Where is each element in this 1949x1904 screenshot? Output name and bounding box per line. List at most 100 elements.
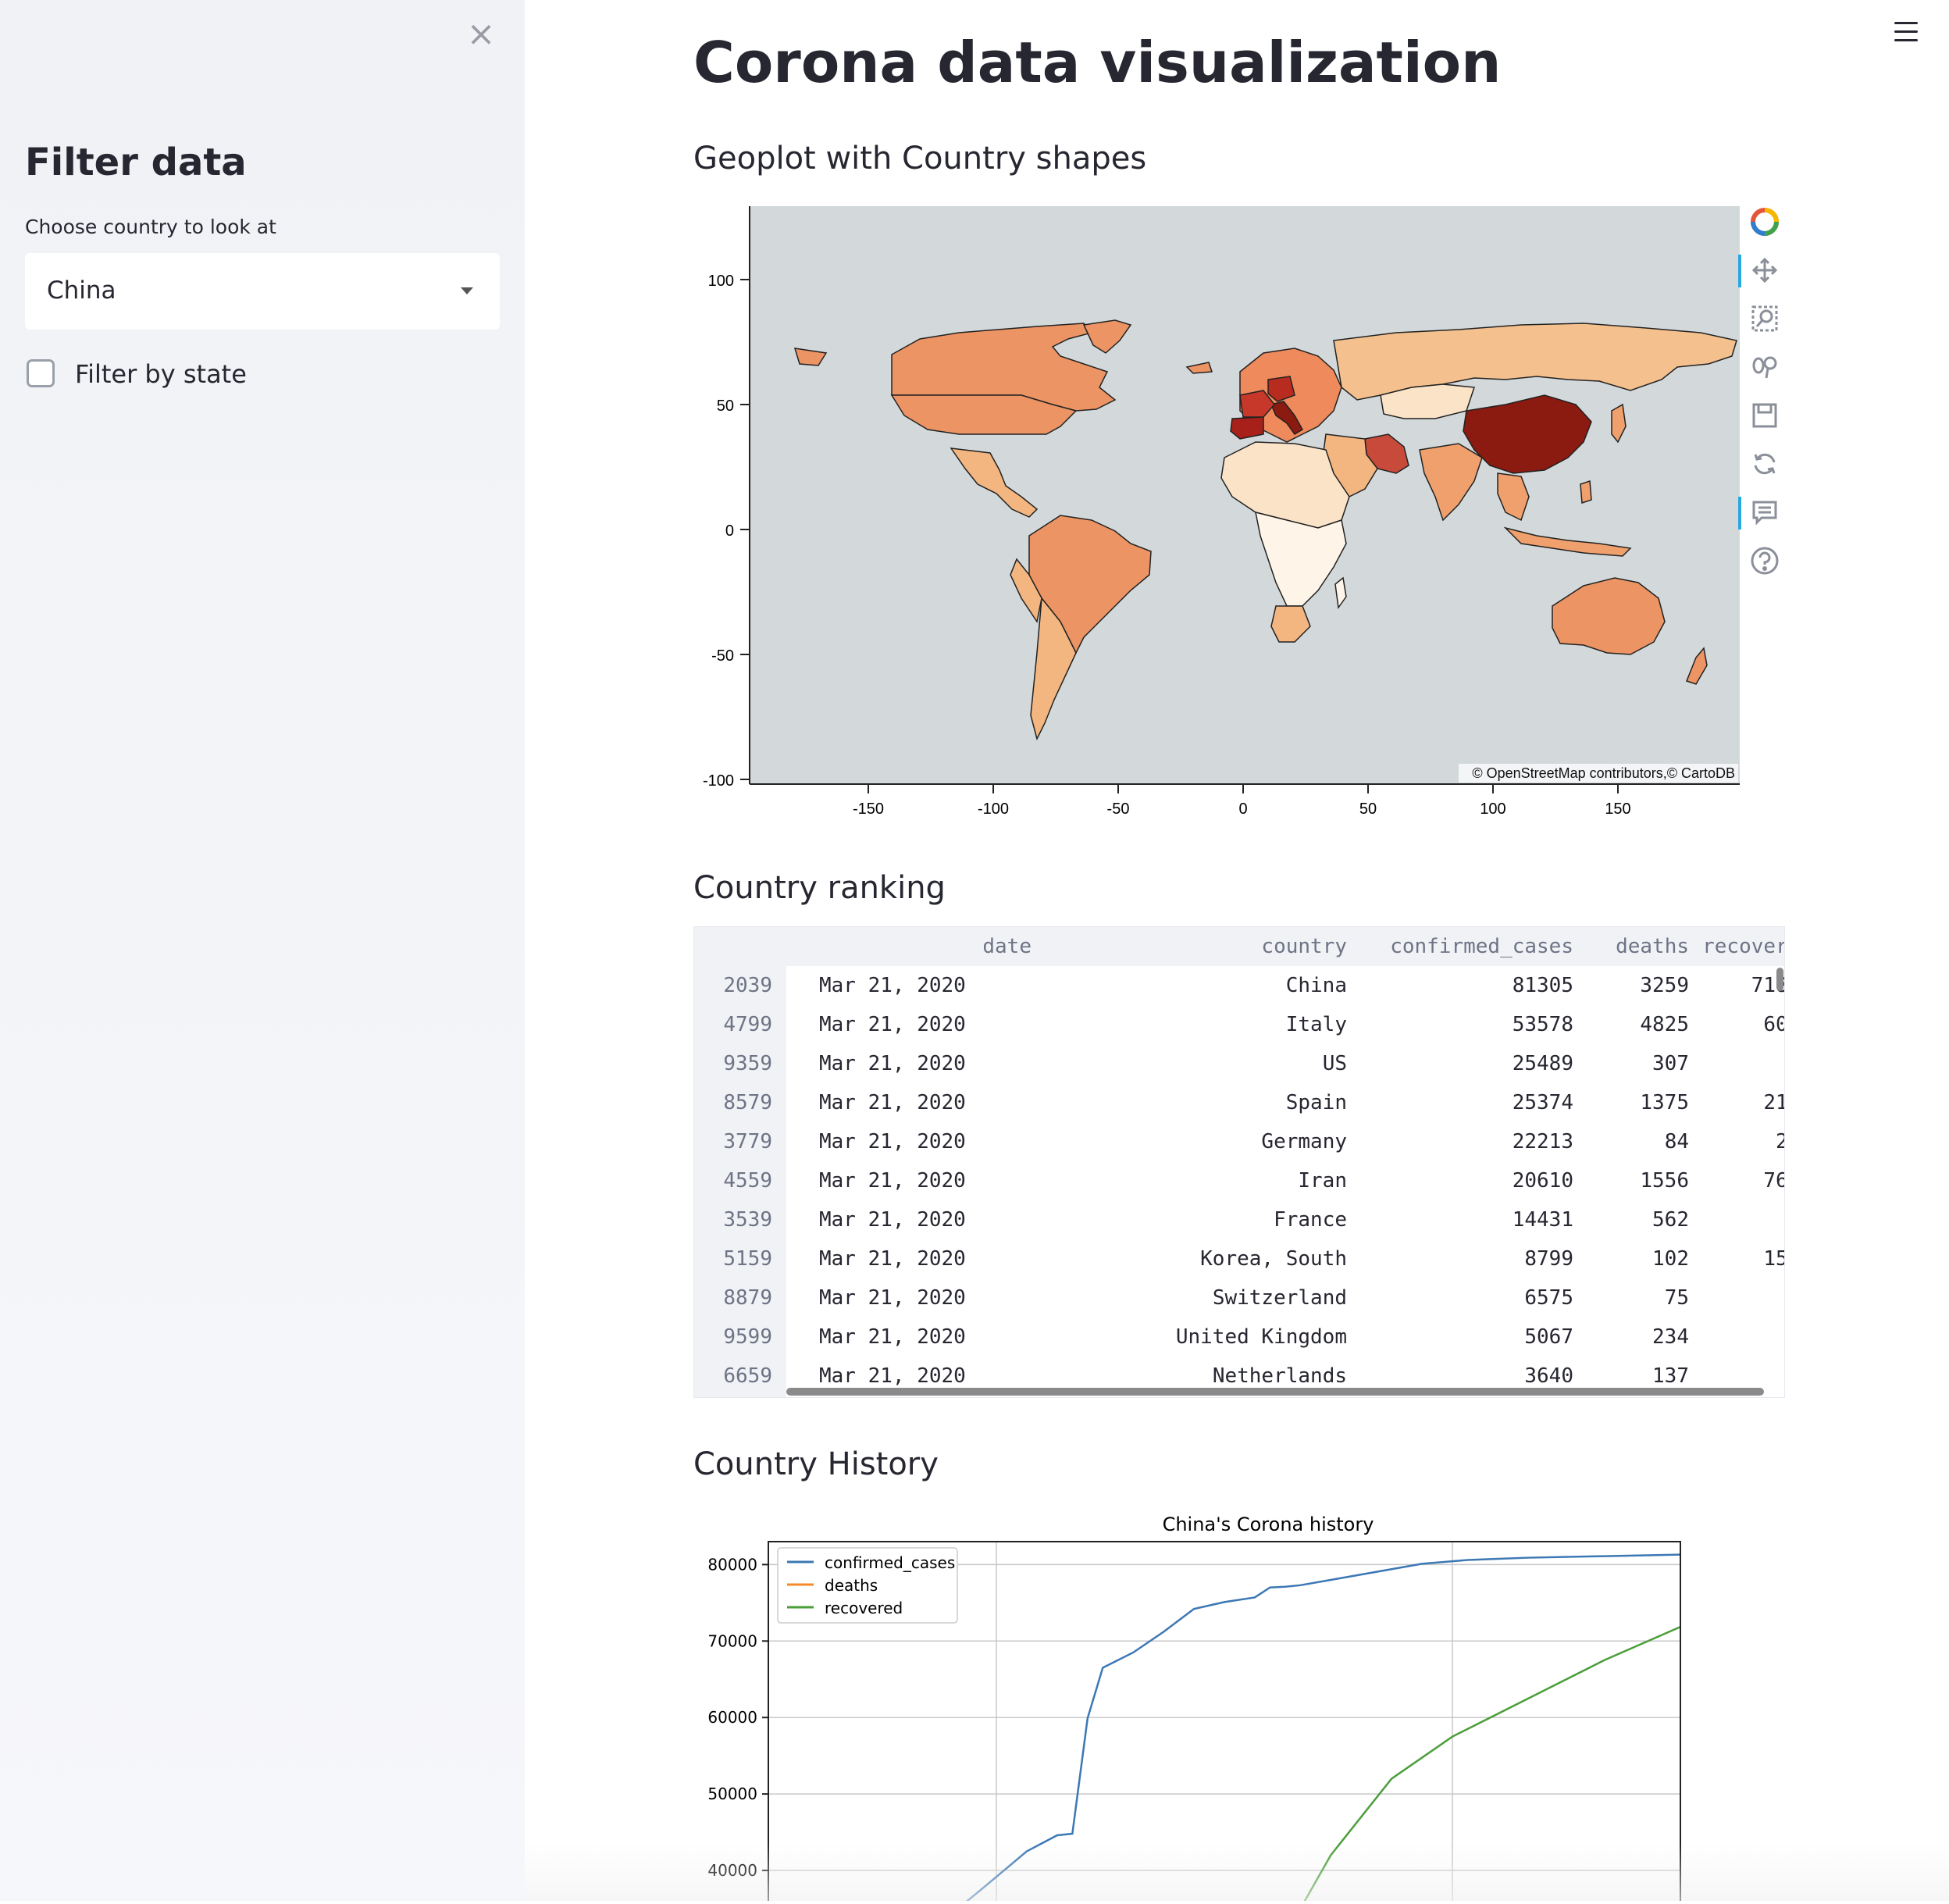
row-index[interactable]: 8879: [694, 1286, 772, 1310]
cell-country[interactable]: China: [1131, 974, 1347, 997]
cell-confirmed-cases[interactable]: 6575: [1347, 1286, 1573, 1310]
cell-deaths[interactable]: 84: [1573, 1130, 1689, 1153]
country-select[interactable]: China: [25, 253, 500, 330]
chart-legend: confirmed_cases deaths recovered: [777, 1547, 958, 1624]
vertical-scrollbar[interactable]: [1776, 968, 1783, 991]
cell-deaths[interactable]: 562: [1573, 1208, 1689, 1232]
col-header-confirmed-cases[interactable]: confirmed_cases: [1347, 935, 1573, 958]
map-y-axis: 100 50 0 -50 -100: [703, 206, 750, 790]
row-index[interactable]: 9359: [694, 1052, 772, 1075]
cell-country[interactable]: US: [1131, 1052, 1347, 1075]
col-header-date[interactable]: date: [850, 935, 1032, 958]
cell-confirmed-cases[interactable]: 8799: [1347, 1247, 1573, 1271]
cell-country[interactable]: France: [1131, 1208, 1347, 1232]
cell-deaths[interactable]: 234: [1573, 1325, 1689, 1349]
map-x-tick: 0: [1238, 800, 1247, 818]
row-index[interactable]: 4559: [694, 1169, 772, 1193]
help-icon[interactable]: [1743, 539, 1787, 583]
cell-country[interactable]: United Kingdom: [1131, 1325, 1347, 1349]
cell-recovered[interactable]: 1540: [1689, 1247, 1784, 1271]
cell-confirmed-cases[interactable]: 22213: [1347, 1130, 1573, 1153]
cell-deaths[interactable]: 102: [1573, 1247, 1689, 1271]
cell-confirmed-cases[interactable]: 25489: [1347, 1052, 1573, 1075]
cell-deaths[interactable]: 307: [1573, 1052, 1689, 1075]
cell-recovered[interactable]: 2125: [1689, 1091, 1784, 1114]
row-index[interactable]: 2039: [694, 974, 772, 997]
cell-date[interactable]: Mar 21, 2020: [786, 1169, 1064, 1193]
cell-country[interactable]: Italy: [1131, 1013, 1347, 1036]
filter-by-state-checkbox[interactable]: [27, 359, 55, 387]
legend-label-deaths: deaths: [825, 1576, 878, 1595]
row-index[interactable]: 8579: [694, 1091, 772, 1114]
geoplot-map[interactable]: 100 50 0 -50 -100 -150 -100 -50 0 50 100…: [693, 200, 1787, 829]
row-index[interactable]: 6659: [694, 1364, 772, 1388]
cell-date[interactable]: Mar 21, 2020: [786, 1091, 1064, 1114]
cell-confirmed-cases[interactable]: 5067: [1347, 1325, 1573, 1349]
cell-date[interactable]: Mar 21, 2020: [786, 1208, 1064, 1232]
close-sidebar-icon[interactable]: ×: [465, 17, 497, 52]
map-toolbar: [1738, 200, 1787, 590]
cell-confirmed-cases[interactable]: 14431: [1347, 1208, 1573, 1232]
cell-date[interactable]: Mar 21, 2020: [786, 1052, 1064, 1075]
cell-recovered[interactable]: 0: [1689, 1052, 1784, 1075]
row-index[interactable]: 9599: [694, 1325, 772, 1349]
map-attribution[interactable]: © OpenStreetMap contributors,© CartoDB: [1472, 765, 1735, 781]
cell-recovered[interactable]: 233: [1689, 1130, 1784, 1153]
cell-deaths[interactable]: 1556: [1573, 1169, 1689, 1193]
cell-country[interactable]: Germany: [1131, 1130, 1347, 1153]
cell-date[interactable]: Mar 21, 2020: [786, 1130, 1064, 1153]
reset-icon[interactable]: [1743, 442, 1787, 486]
cell-date[interactable]: Mar 21, 2020: [786, 1325, 1064, 1349]
cell-country[interactable]: Switzerland: [1131, 1286, 1347, 1310]
hover-icon[interactable]: [1738, 490, 1787, 534]
ranking-table[interactable]: date country confirmed_cases deaths reco…: [693, 926, 1785, 1398]
cell-date[interactable]: Mar 21, 2020: [786, 1013, 1064, 1036]
cell-recovered[interactable]: 15: [1689, 1286, 1784, 1310]
cell-recovered[interactable]: 7635: [1689, 1169, 1784, 1193]
cell-deaths[interactable]: 75: [1573, 1286, 1689, 1310]
wheel-zoom-icon[interactable]: [1743, 345, 1787, 389]
y-tick-label: 80000: [707, 1555, 757, 1574]
cell-country[interactable]: Iran: [1131, 1169, 1347, 1193]
cell-recovered[interactable]: 6072: [1689, 1013, 1784, 1036]
cell-confirmed-cases[interactable]: 20610: [1347, 1169, 1573, 1193]
bokeh-logo-icon[interactable]: [1743, 200, 1787, 244]
cell-deaths[interactable]: 137: [1573, 1364, 1689, 1388]
box-zoom-icon[interactable]: [1743, 297, 1787, 341]
hamburger-menu-icon[interactable]: [1893, 20, 1919, 44]
cell-confirmed-cases[interactable]: 3640: [1347, 1364, 1573, 1388]
col-header-deaths[interactable]: deaths: [1573, 935, 1689, 958]
row-index[interactable]: 4799: [694, 1013, 772, 1036]
cell-confirmed-cases[interactable]: 25374: [1347, 1091, 1573, 1114]
cell-recovered[interactable]: 12: [1689, 1208, 1784, 1232]
horizontal-scrollbar[interactable]: [786, 1388, 1764, 1396]
cell-recovered[interactable]: 2: [1689, 1364, 1784, 1388]
cell-deaths[interactable]: 3259: [1573, 974, 1689, 997]
cell-country[interactable]: Netherlands: [1131, 1364, 1347, 1388]
sidebar-title: Filter data: [25, 141, 247, 184]
cell-date[interactable]: Mar 21, 2020: [786, 1247, 1064, 1271]
cell-recovered[interactable]: 71857: [1689, 974, 1784, 997]
row-index[interactable]: 3539: [694, 1208, 772, 1232]
row-index[interactable]: 5159: [694, 1247, 772, 1271]
col-header-recovered[interactable]: recovered: [1689, 935, 1784, 958]
cell-date[interactable]: Mar 21, 2020: [786, 1364, 1064, 1388]
cell-deaths[interactable]: 1375: [1573, 1091, 1689, 1114]
series-line-recovered: [1302, 1625, 1680, 1904]
country-philippines[interactable]: [1580, 480, 1592, 505]
y-tick-label: 40000: [707, 1861, 757, 1880]
cell-country[interactable]: Spain: [1131, 1091, 1347, 1114]
cell-date[interactable]: Mar 21, 2020: [786, 1286, 1064, 1310]
pan-icon[interactable]: [1738, 248, 1787, 292]
cell-date[interactable]: Mar 21, 2020: [786, 974, 1064, 997]
cell-confirmed-cases[interactable]: 53578: [1347, 1013, 1573, 1036]
cell-country[interactable]: Korea, South: [1131, 1247, 1347, 1271]
country-spain[interactable]: [1230, 416, 1264, 440]
col-header-country[interactable]: country: [1131, 935, 1347, 958]
cell-recovered[interactable]: 67: [1689, 1325, 1784, 1349]
map-x-tick: 100: [1480, 800, 1505, 818]
row-index[interactable]: 3779: [694, 1130, 772, 1153]
cell-confirmed-cases[interactable]: 81305: [1347, 974, 1573, 997]
save-icon[interactable]: [1743, 394, 1787, 437]
cell-deaths[interactable]: 4825: [1573, 1013, 1689, 1036]
